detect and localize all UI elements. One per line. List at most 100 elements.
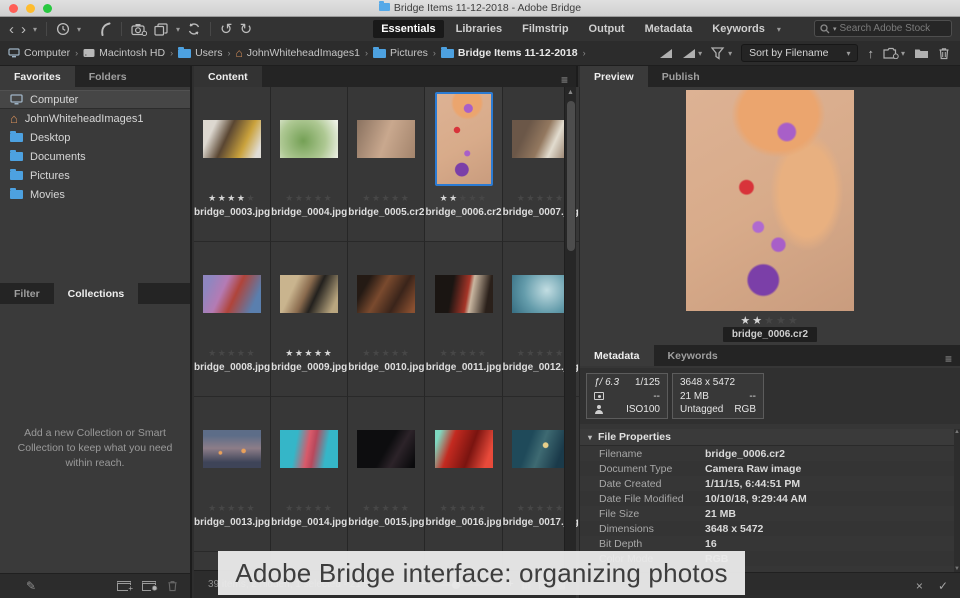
file-thumbnail[interactable]: ★★★★★ bridge_0015.jpg [348,397,426,552]
open-in-camera-raw-icon[interactable] [883,47,899,59]
breadcrumb-item-users[interactable]: Users [178,46,222,59]
tab-filter[interactable]: Filter [0,283,54,304]
workspace-tab-filmstrip[interactable]: Filmstrip [514,20,576,38]
workspace-tab-output[interactable]: Output [581,20,633,38]
favorites-item-computer[interactable]: Computer [0,90,190,109]
star-rating[interactable]: ★★★★★ [208,501,256,513]
workspace-tab-libraries[interactable]: Libraries [448,20,510,38]
file-thumbnail[interactable]: ★★★★★ bridge_0016.jpg [425,397,503,552]
star-rating[interactable]: ★★★★★ [440,501,488,513]
file-properties-header[interactable]: ▾ File Properties [580,429,954,446]
favorites-item-desktop[interactable]: Desktop [0,128,190,147]
tab-collections[interactable]: Collections [53,283,139,304]
recent-files-clock-icon[interactable] [56,22,70,36]
metadata-scrollbar[interactable]: ▲ ▼ [954,429,960,572]
cancel-metadata-icon[interactable]: × [916,579,923,593]
file-thumbnail[interactable]: ★★★★★ bridge_0011.jpg [425,242,503,397]
breadcrumb-item-macintosh-hd[interactable]: Macintosh HD [83,47,165,59]
recent-chevron-down-icon[interactable]: ▾ [77,25,81,34]
metadata-panel-menu-icon[interactable]: ≡ [945,352,952,366]
star-rating[interactable]: ★★★★★ [517,501,565,513]
workspace-tab-metadata[interactable]: Metadata [637,20,701,38]
delete-collection-trash-icon[interactable] [167,580,178,592]
tab-favorites[interactable]: Favorites [0,66,75,87]
star-rating[interactable]: ★★★★★ [517,191,565,203]
workspace-tab-essentials[interactable]: Essentials [373,20,444,38]
content-scrollbar[interactable]: ▲ [564,87,576,570]
filter-chevron-down-icon[interactable]: ▾ [728,49,732,58]
file-thumbnail[interactable]: ★★★★★ bridge_0008.jpg [194,242,272,397]
return-to-photoshop-boomerang-icon[interactable] [99,22,112,36]
star-rating[interactable]: ★★★★★ [208,346,256,358]
search-input[interactable]: ▾ Search Adobe Stock [814,20,952,37]
file-thumbnail[interactable]: ★★★★★ bridge_0009.jpg [271,242,349,397]
trash-icon[interactable] [938,47,950,60]
preview-star-rating[interactable]: ★★★★★ [740,314,799,327]
tab-content[interactable]: Content [194,66,262,87]
preview-quality-icon[interactable] [682,48,696,59]
favorites-item-pictures[interactable]: Pictures [0,166,190,185]
star-rating[interactable]: ★★★★★ [285,501,333,513]
new-folder-icon[interactable] [914,47,929,59]
preview-image[interactable] [686,90,854,311]
metadata-row: Bit Depth 16 [599,537,717,550]
folder-icon [372,46,386,58]
sync-refresh-icon[interactable] [187,22,201,36]
tab-metadata[interactable]: Metadata [580,345,654,366]
breadcrumb-item-user-home[interactable]: ⌂ JohnWhiteheadImages1 [235,47,360,59]
apply-metadata-icon[interactable]: ✓ [938,579,948,593]
file-thumbnail[interactable]: ★★★★★ bridge_0014.jpg [271,397,349,552]
file-thumbnail[interactable]: ★★★★★ bridge_0004.jpg [271,87,349,242]
file-thumbnail-selected[interactable]: ★★★★★ bridge_0006.cr2 [425,87,503,242]
file-thumbnail[interactable]: ★★★★★ bridge_0005.cr2 [348,87,426,242]
workspace-tab-keywords[interactable]: Keywords [704,20,773,38]
tab-preview[interactable]: Preview [580,66,648,87]
star-rating[interactable]: ★★★★★ [208,191,256,203]
favorites-item-movies[interactable]: Movies [0,185,190,204]
scroll-up-icon[interactable]: ▲ [565,87,576,96]
favorites-item-user-home[interactable]: ⌂ JohnWhiteheadImages1 [0,109,190,128]
rotate-right-icon[interactable]: ↻ [240,22,253,37]
breadcrumb-item-computer[interactable]: Computer [8,47,70,59]
star-rating[interactable]: ★★★★★ [440,191,488,203]
scrollbar-thumb[interactable] [567,101,575,251]
batch-chevron-down-icon[interactable]: ▾ [176,25,180,34]
metadata-row: Dimensions 3648 x 5472 [580,521,954,536]
thumbnail-quality-icon[interactable] [659,48,673,59]
forward-button[interactable]: › [21,22,26,37]
file-thumbnail[interactable]: ★★★★★ bridge_0010.jpg [348,242,426,397]
workspace-overflow-chevron-icon[interactable]: ▾ [777,25,781,34]
favorites-item-documents[interactable]: Documents [0,147,190,166]
breadcrumb-item-pictures[interactable]: Pictures [372,46,428,59]
file-thumbnail[interactable]: ★★★★★ bridge_0003.jpg [194,87,272,242]
metadata-row: File Size 21 MB [599,507,736,520]
star-rating[interactable]: ★★★★★ [362,346,410,358]
star-rating[interactable]: ★★★★★ [285,191,333,203]
edit-pencil-icon[interactable]: ✎ [0,579,36,593]
nav-chevron-down-icon[interactable]: ▾ [33,25,37,34]
sort-dropdown[interactable]: Sort by Filename ▾ [741,44,859,62]
tab-keywords[interactable]: Keywords [654,345,732,366]
star-rating[interactable]: ★★★★★ [440,346,488,358]
filter-funnel-icon[interactable] [711,46,725,60]
batch-rename-icon[interactable] [154,22,169,36]
star-rating[interactable]: ★★★★★ [362,501,410,513]
new-collection-icon[interactable]: + [117,581,133,593]
breadcrumb-item-current-folder[interactable]: Bridge Items 11-12-2018 [440,46,578,59]
scroll-up-icon[interactable]: ▲ [954,429,960,435]
file-thumbnail[interactable]: ★★★★★ bridge_0013.jpg [194,397,272,552]
tab-publish[interactable]: Publish [648,66,714,87]
content-panel-menu-icon[interactable]: ≡ [561,73,568,87]
quality-chevron-down-icon[interactable]: ▾ [698,49,702,58]
back-button[interactable]: ‹ [9,22,14,37]
star-rating[interactable]: ★★★★★ [362,191,410,203]
sort-ascending-arrow-icon[interactable]: ↑ [867,47,874,60]
new-smart-collection-icon[interactable]: ✹ [142,581,158,593]
rotate-left-icon[interactable]: ↺ [220,22,233,37]
star-rating[interactable]: ★★★★★ [285,346,333,358]
search-scope-chevron-icon[interactable]: ▾ [833,25,837,33]
star-rating[interactable]: ★★★★★ [517,346,565,358]
get-photos-from-camera-icon[interactable] [131,23,148,36]
camera-raw-chevron-down-icon[interactable]: ▾ [901,49,905,58]
tab-folders[interactable]: Folders [75,66,141,87]
